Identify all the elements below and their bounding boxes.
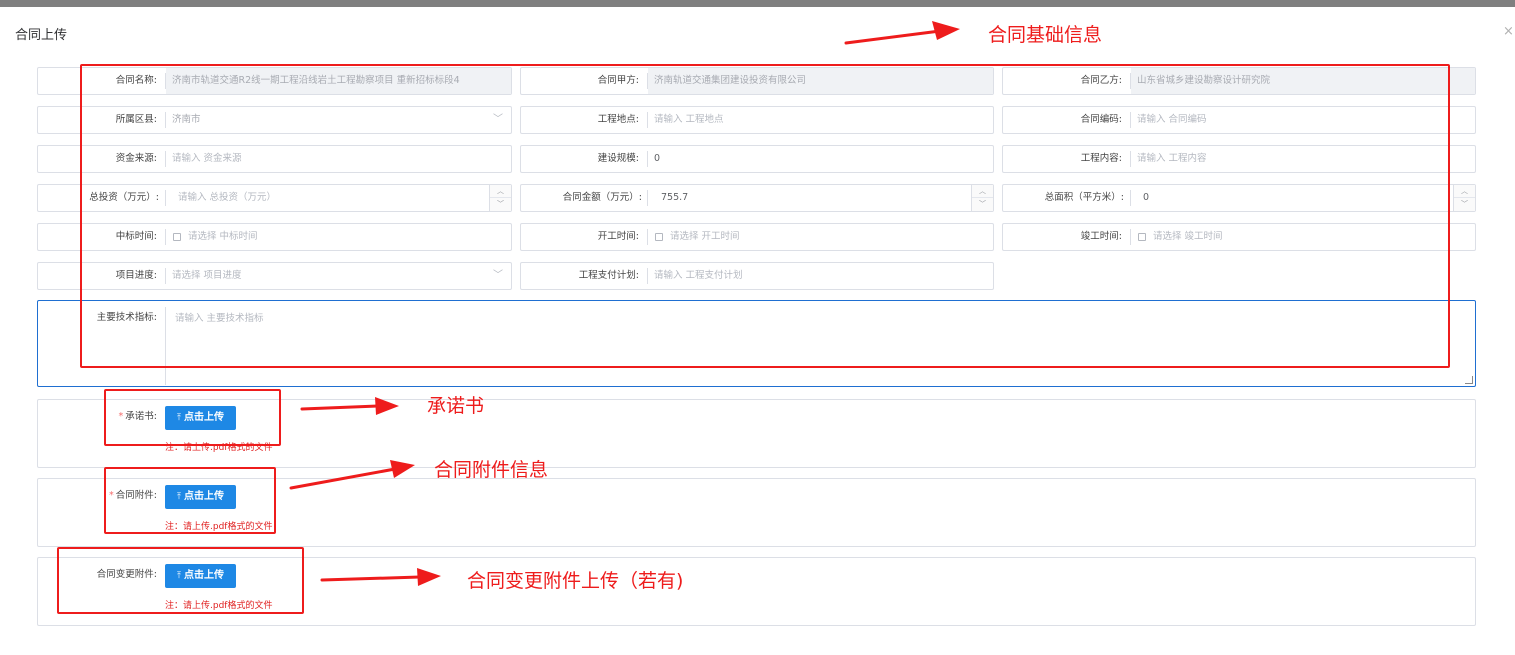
change-attachment-arrow: [320, 575, 422, 582]
change-attachment-callout: 合同变更附件上传（若有): [467, 570, 684, 592]
basic-info-callout: 合同基础信息: [988, 24, 1103, 46]
basic-info-arrow: [844, 29, 942, 45]
attachment-callout: 合同附件信息: [434, 459, 549, 481]
commitment-arrow: [300, 404, 380, 411]
commitment-callout: 承诺书: [427, 395, 485, 417]
annotation-arrows: [289, 21, 960, 586]
attachment-arrow: [289, 467, 397, 490]
